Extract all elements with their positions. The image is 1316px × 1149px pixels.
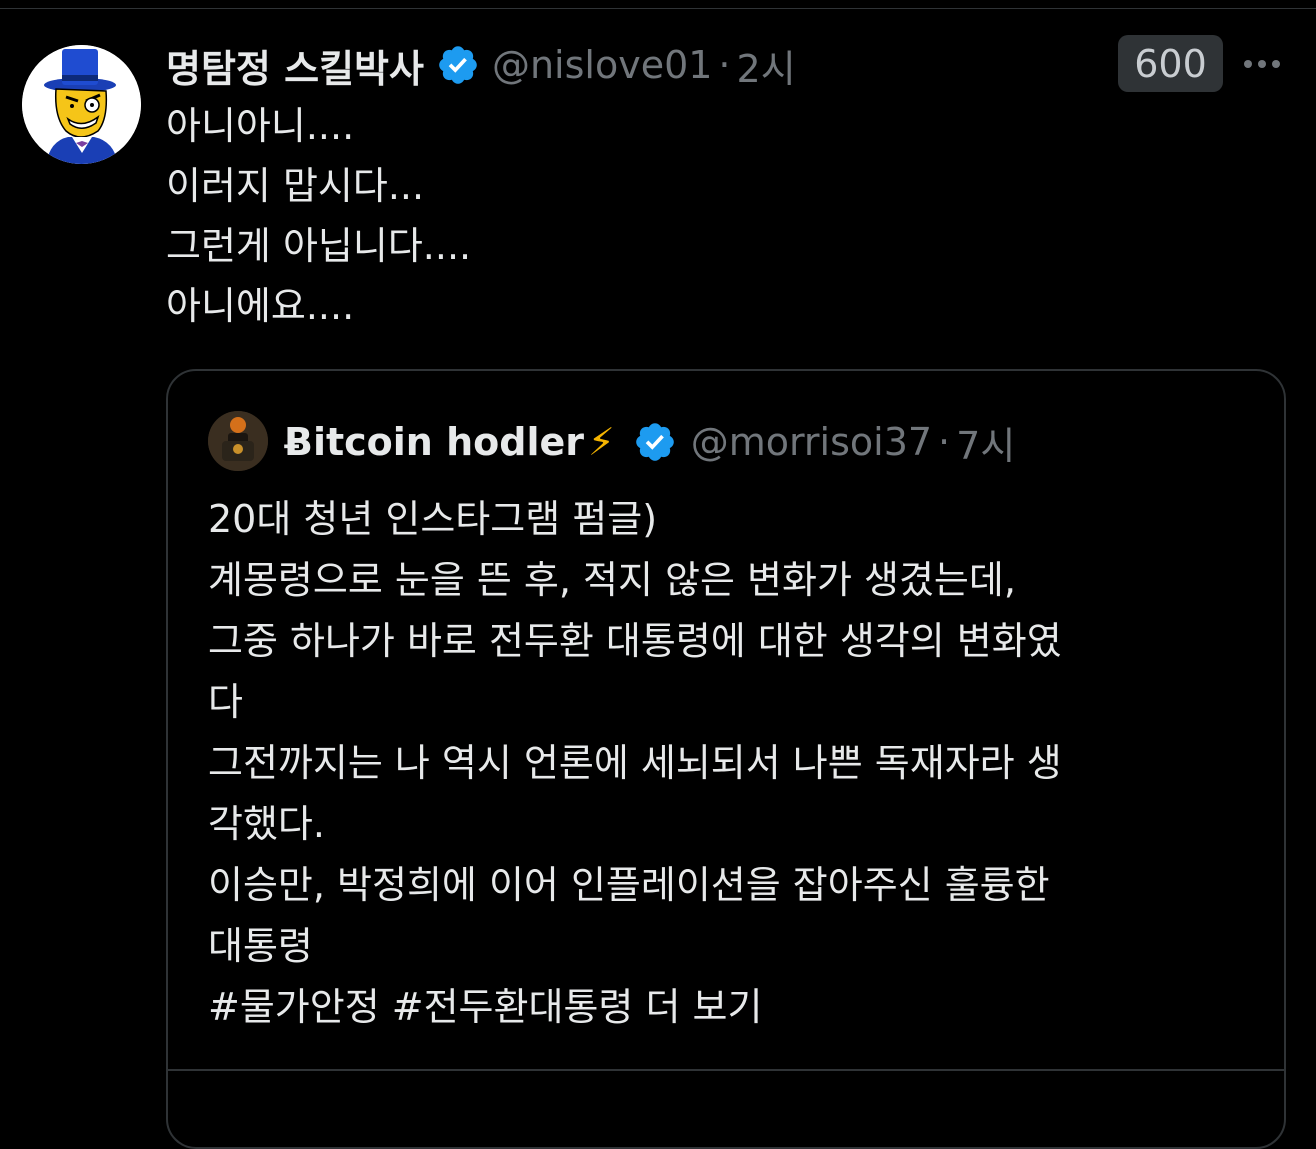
tweet-line: 아니아니.... <box>166 104 355 148</box>
quote-line: 그중 하나가 바로 전두환 대통령에 대한 생각의 변화였 <box>208 619 1062 663</box>
tweet-header: 명탐정 스킬박사 @nislove01 · 2시 <box>166 38 796 92</box>
quote-author-handle[interactable]: @morrisoi37 <box>691 420 932 464</box>
tweet-time[interactable]: 2시 <box>737 38 796 93</box>
more-options-icon[interactable] <box>1240 52 1284 76</box>
verified-badge-icon[interactable] <box>633 420 677 464</box>
quote-line: 이승만, 박정희에 이어 인플레이션을 잡아주신 훌륭한 <box>208 863 1050 907</box>
quote-line: 다 <box>208 680 243 724</box>
quote-author-avatar[interactable] <box>208 411 268 471</box>
quote-avatar-illustration <box>208 411 268 471</box>
tweet-line: 이러지 맙시다... <box>166 164 425 208</box>
top-divider <box>0 8 1316 9</box>
avatar-illustration <box>22 45 141 164</box>
quote-text: 20대 청년 인스타그램 펌글) 계몽령으로 눈을 뜬 후, 적지 않은 변화가… <box>208 489 1062 1038</box>
show-more-link[interactable]: 더 보기 <box>645 985 762 1029</box>
quote-hashtag-line: #물가안정 #전두환대통령 더 보기 <box>208 977 1062 1038</box>
quote-author-name[interactable]: Ƀitcoin hodler <box>284 420 584 464</box>
quote-line: 그전까지는 나 역시 언론에 세뇌되서 나쁜 독재자라 생 <box>208 741 1062 785</box>
quote-line: 20대 청년 인스타그램 펌글) <box>208 497 658 541</box>
view-count-badge: 600 <box>1118 35 1223 92</box>
quote-hashtags[interactable]: #물가안정 #전두환대통령 <box>208 985 633 1029</box>
quote-time[interactable]: 7시 <box>956 415 1015 470</box>
tweet-line: 그런게 아닙니다.... <box>166 224 472 268</box>
quote-line: 대통령 <box>208 924 313 968</box>
tweet-line: 아니에요.... <box>166 284 355 328</box>
tweet-text: 아니아니.... 이러지 맙시다... 그런게 아닙니다.... 아니에요...… <box>166 96 471 336</box>
separator-dot: · <box>718 43 731 87</box>
lightning-emoji: ⚡ <box>588 420 615 464</box>
quote-header: Ƀitcoin hodler ⚡ @morrisoi37 · 7시 <box>284 412 1015 472</box>
author-handle[interactable]: @nislove01 <box>492 43 712 87</box>
verified-badge-icon[interactable] <box>436 43 480 87</box>
separator-dot: · <box>938 420 951 464</box>
quoted-tweet-card[interactable]: Ƀitcoin hodler ⚡ @morrisoi37 · 7시 20대 청년… <box>166 369 1286 1149</box>
quote-line: 계몽령으로 눈을 뜬 후, 적지 않은 변화가 생겼는데, <box>208 558 1016 602</box>
quote-media-divider <box>168 1069 1284 1071</box>
quote-line: 각했다. <box>208 802 325 846</box>
author-avatar[interactable] <box>22 45 141 164</box>
author-name[interactable]: 명탐정 스킬박사 <box>166 38 424 93</box>
